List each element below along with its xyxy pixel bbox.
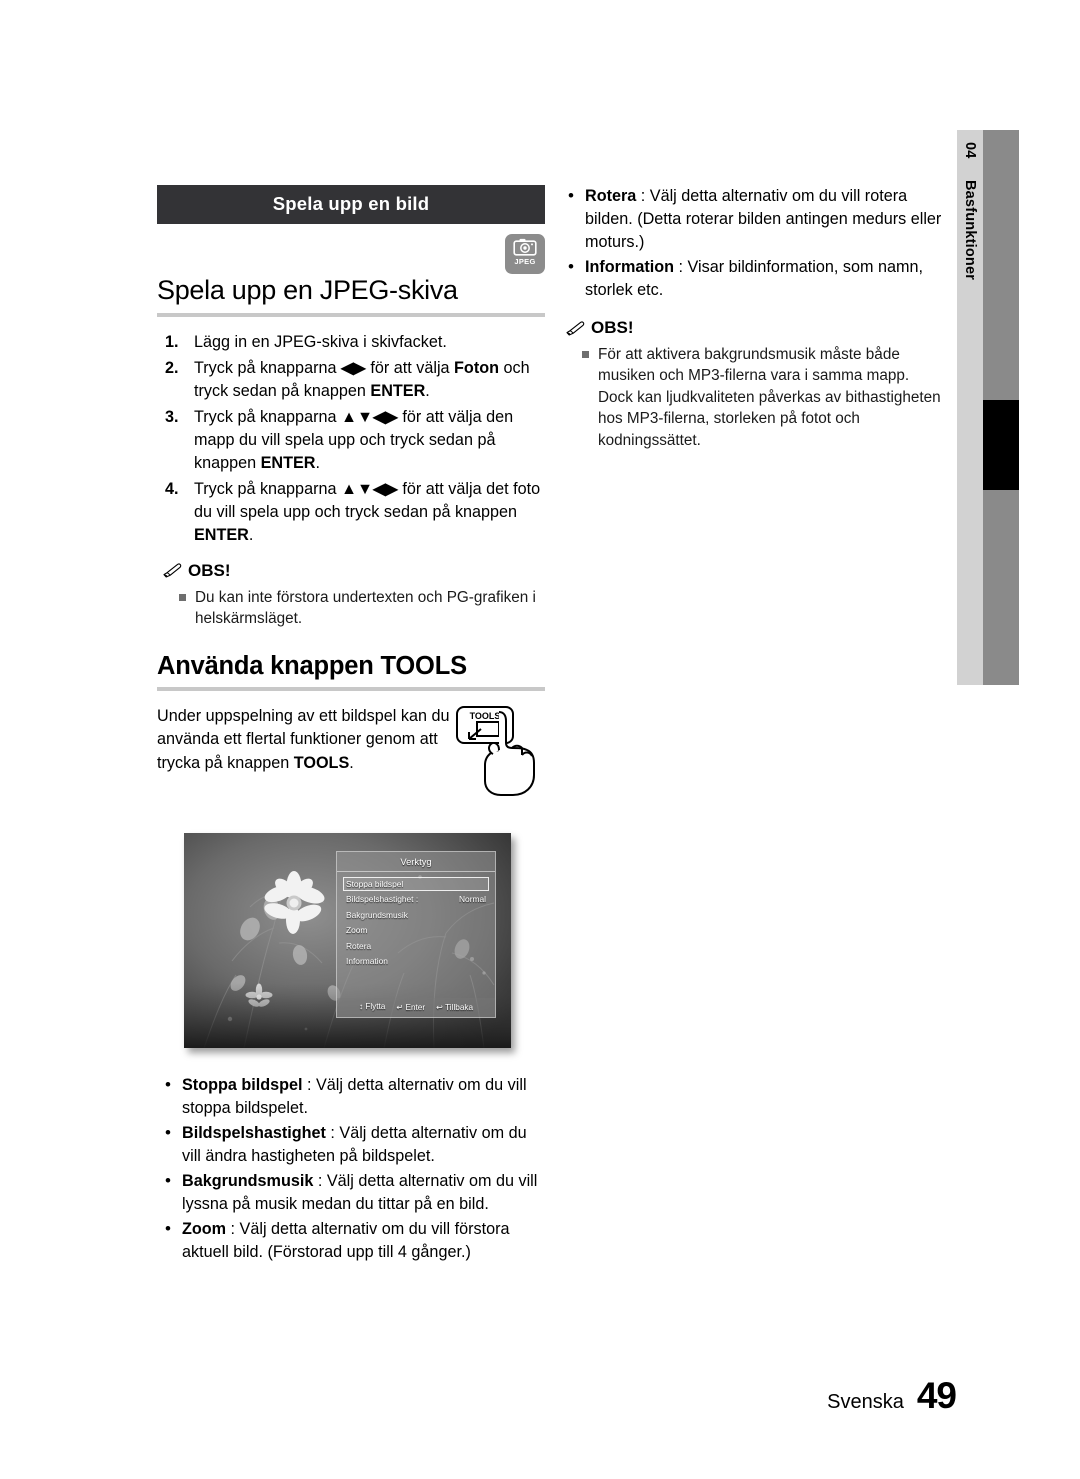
osd-item-label: Bildspelshastighet :: [346, 894, 419, 905]
step-number: 2.: [165, 358, 179, 377]
jpeg-badge-label: JPEG: [514, 257, 536, 266]
osd-menu-item[interactable]: Stoppa bildspel: [343, 876, 489, 891]
page-footer: Svenska 49: [827, 1375, 957, 1417]
note-items-left: Du kan inte förstora undertexten och PG-…: [157, 587, 545, 630]
option-bullet: Bildspelshastighet : Välj detta alternat…: [157, 1121, 545, 1168]
osd-menu-item[interactable]: Bildspelshastighet : Normal: [343, 892, 489, 906]
option-term: Bildspelshastighet: [182, 1123, 326, 1142]
tools-button-hand-illustration: TOOLS: [456, 705, 535, 796]
step-item: 3. Tryck på knapparna ▲▼◀▶ för att välja …: [157, 406, 545, 475]
enter-icon: ↵: [396, 1002, 404, 1012]
step-text: Tryck på knapparna ◀▶ för att välja Foto…: [194, 358, 530, 400]
osd-item-value: Normal: [459, 894, 486, 905]
tools-osd-menu[interactable]: Verktyg Stoppa bildspel Bildspelshastighe…: [336, 850, 496, 1018]
option-term: Stoppa bildspel: [182, 1075, 303, 1094]
osd-hint-label: Tillbaka: [445, 1002, 474, 1012]
option-term: Information: [585, 258, 675, 276]
osd-item-label: Rotera: [346, 940, 372, 951]
osd-title: Verktyg: [337, 852, 495, 872]
jpeg-steps-list: 1. Lägg in en JPEG-skiva i skivfacket. 2. T…: [157, 331, 545, 547]
note-block-left: OBS! Du kan inte förstora undertexten oc…: [157, 561, 545, 630]
option-term: Bakgrundsmusik: [182, 1171, 314, 1190]
pencil-icon: [163, 563, 182, 578]
option-bullet: Zoom : Välj detta alternativ om du vill …: [157, 1217, 545, 1264]
pencil-icon: [566, 320, 585, 336]
manual-page: 04 Basfunktioner Spela upp en bild JPEG …: [0, 0, 1080, 1479]
step-text: Tryck på knapparna ▲▼◀▶ för att välja de…: [194, 479, 541, 544]
footer-page-number: 49: [916, 1375, 957, 1416]
option-bullet: Information : Visar bildinformation, som…: [560, 255, 946, 302]
option-bullet: Bakgrundsmusik : Välj detta alternativ o…: [157, 1169, 545, 1216]
jpeg-media-badge: JPEG: [505, 234, 545, 274]
option-bullet: Stoppa bildspel : Välj detta alternativ …: [157, 1073, 545, 1120]
note-title-row: OBS!: [163, 561, 545, 581]
osd-menu-item[interactable]: Bakgrundsmusik: [343, 908, 489, 922]
option-description: : Välj detta alternativ om du vill först…: [182, 1219, 510, 1261]
osd-hint: ↵ Enter: [396, 1002, 425, 1012]
tools-intro-row: Under uppspelning av ett bildspel kan du…: [157, 705, 545, 805]
screenshot-photo-with-osd: Verktyg Stoppa bildspel Bildspelshastighe…: [184, 832, 511, 1048]
note-items-right: För att aktivera bakgrundsmusik måste bå…: [560, 344, 946, 451]
step-item: 1. Lägg in en JPEG-skiva i skivfacket.: [157, 331, 545, 354]
tools-key-label: TOOLS: [470, 711, 501, 721]
osd-footer-hints: ↕ Flytta ↵ Enter ↩ Tillbaka: [337, 997, 495, 1017]
option-term: Zoom: [182, 1219, 227, 1238]
chapter-number: 04: [962, 142, 978, 159]
footer-language: Svenska: [827, 1391, 904, 1413]
osd-menu-item[interactable]: Zoom: [343, 923, 489, 937]
step-number: 4.: [165, 479, 179, 498]
osd-hint: ↕ Flytta: [359, 1002, 385, 1012]
note-block-right: OBS! För att aktivera bakgrundsmusik mås…: [560, 318, 946, 451]
heading-rule: [157, 312, 545, 317]
option-bullet: Rotera : Välj detta alternativ om du vil…: [560, 184, 946, 254]
tools-options-list-right: Rotera : Välj detta alternativ om du vil…: [560, 184, 946, 302]
step-text: Lägg in en JPEG-skiva i skivfacket.: [194, 332, 447, 351]
option-description: : Välj detta alternativ om du vill roter…: [585, 187, 942, 251]
osd-item-label: Zoom: [346, 925, 368, 936]
option-term: Rotera: [585, 187, 637, 205]
right-column: Rotera : Välj detta alternativ om du vil…: [560, 184, 946, 453]
note-title-left: OBS!: [188, 560, 231, 580]
osd-hint-label: Enter: [405, 1002, 426, 1012]
updown-arrow-icon: ↕: [358, 1001, 364, 1011]
heading-rule-tools: [157, 686, 545, 691]
return-icon: ↩: [436, 1002, 443, 1012]
step-number: 1.: [165, 332, 179, 351]
left-column: Spela upp en bild JPEG Spela upp en JPEG…: [157, 185, 545, 1266]
heading-play-jpeg-disc: Spela upp en JPEG-skiva: [157, 275, 458, 305]
osd-item-label: Stoppa bildspel: [346, 878, 404, 889]
osd-menu-item[interactable]: Information: [343, 954, 489, 968]
section-header-bar: Spela upp en bild: [157, 185, 545, 224]
osd-item-label: Bakgrundsmusik: [346, 909, 408, 920]
osd-hint-label: Flytta: [365, 1001, 386, 1011]
camera-icon: [513, 238, 537, 256]
step-number: 3.: [165, 407, 179, 426]
note-title-row-right: OBS!: [566, 318, 946, 338]
note-item: För att aktivera bakgrundsmusik måste bå…: [560, 344, 946, 451]
step-text: Tryck på knapparna ▲▼◀▶ för att välja de…: [194, 407, 514, 472]
note-title-right: OBS!: [591, 318, 634, 337]
note-item: Du kan inte förstora undertexten och PG-…: [157, 587, 545, 630]
step-item: 4. Tryck på knapparna ▲▼◀▶ för att välja …: [157, 478, 545, 547]
osd-item-label: Information: [346, 956, 388, 967]
chapter-name: Basfunktioner: [962, 180, 978, 281]
osd-hint: ↩ Tillbaka: [436, 1002, 473, 1012]
tools-paragraph: Under uppspelning av ett bildspel kan du…: [157, 706, 450, 772]
tools-options-list-left: Stoppa bildspel : Välj detta alternativ …: [157, 1073, 545, 1264]
media-badge-row: JPEG: [157, 224, 545, 276]
chapter-progress-active: [983, 400, 1019, 490]
osd-menu-item[interactable]: Rotera: [343, 939, 489, 953]
step-item: 2. Tryck på knapparna ◀▶ för att välja Fo…: [157, 357, 545, 403]
heading-use-tools-button: Använda knappen TOOLS: [157, 651, 467, 680]
osd-item-list: Stoppa bildspel Bildspelshastighet : Norma…: [337, 872, 495, 969]
